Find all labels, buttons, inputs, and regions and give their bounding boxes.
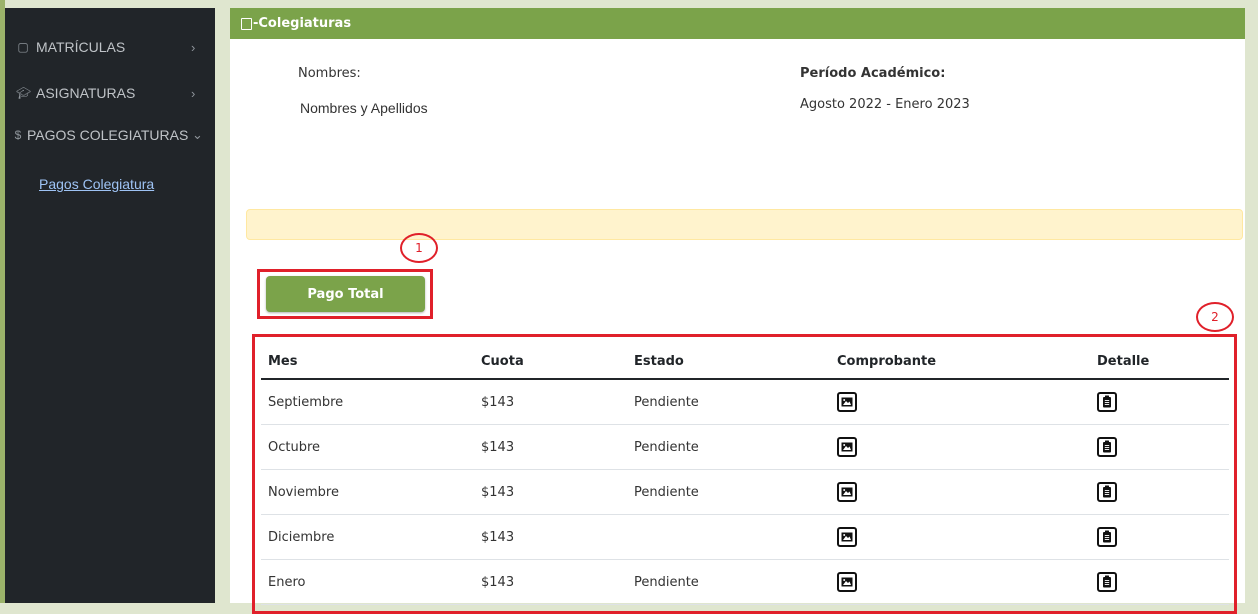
cell-comprobante — [830, 514, 1090, 560]
clipboard-icon[interactable] — [1097, 526, 1117, 547]
cell-detalle — [1090, 424, 1229, 470]
cell-cuota: $143 — [474, 514, 627, 560]
payments-table: Mes Cuota Estado Comprobante Detalle Sep… — [261, 345, 1229, 605]
image-icon[interactable] — [837, 572, 857, 592]
main-panel: -Colegiaturas Nombres: Nombres y Apellid… — [230, 8, 1245, 614]
sidebar-item-label: MATRÍCULAS — [36, 39, 126, 55]
cell-mes: Diciembre — [261, 514, 474, 560]
cell-mes: Septiembre — [261, 379, 474, 425]
cell-estado: Pendiente — [627, 379, 830, 425]
table-row: Septiembre $143 Pendiente — [261, 379, 1229, 425]
cell-cuota: $143 — [474, 469, 627, 515]
note-icon — [241, 17, 252, 30]
cell-detalle — [1090, 379, 1229, 425]
table-header-row: Mes Cuota Estado Comprobante Detalle — [261, 345, 1229, 380]
cell-comprobante — [830, 379, 1090, 425]
cell-mes: Noviembre — [261, 469, 474, 515]
cell-estado: Pendiente — [627, 559, 830, 605]
pago-total-button[interactable]: Pago Total — [266, 276, 425, 312]
cell-estado — [627, 514, 830, 560]
clipboard-icon[interactable] — [1097, 481, 1117, 502]
sidebar-item-matriculas[interactable]: ▢ MATRÍCULAS › — [16, 32, 195, 62]
table-row: Noviembre $143 Pendiente — [261, 469, 1229, 515]
cell-mes: Enero — [261, 559, 474, 605]
image-icon[interactable] — [837, 392, 857, 412]
dollar-icon: $ — [14, 128, 22, 142]
col-header-comprobante: Comprobante — [830, 345, 1090, 380]
clipboard-icon[interactable] — [1097, 571, 1117, 592]
cell-cuota: $143 — [474, 379, 627, 425]
cell-comprobante — [830, 424, 1090, 470]
cell-comprobante — [830, 559, 1090, 605]
table-row: Diciembre $143 — [261, 514, 1229, 560]
clipboard-icon[interactable] — [1097, 391, 1117, 412]
table-row: Enero $143 Pendiente — [261, 559, 1229, 605]
periodo-value: Agosto 2022 - Enero 2023 — [800, 97, 970, 112]
panel-header: -Colegiaturas — [230, 8, 1245, 39]
sidebar: ▢ MATRÍCULAS › 🎓︎ ASIGNATURAS › $ PAGOS … — [5, 8, 215, 603]
cell-cuota: $143 — [474, 424, 627, 470]
image-icon[interactable] — [837, 482, 857, 502]
annotation-callout-1: 1 — [400, 233, 438, 263]
sidebar-item-label: PAGOS COLEGIATURAS — [27, 127, 189, 143]
periodo-label: Período Académico: — [800, 66, 946, 81]
chevron-right-icon: › — [191, 39, 196, 55]
col-header-mes: Mes — [261, 345, 474, 380]
cell-mes: Octubre — [261, 424, 474, 470]
cell-detalle — [1090, 469, 1229, 515]
sidebar-subitem-pagos-colegiatura[interactable]: Pagos Colegiatura — [39, 176, 154, 192]
cell-comprobante — [830, 469, 1090, 515]
chevron-down-icon: ⌄ — [192, 127, 203, 142]
sidebar-item-label: ASIGNATURAS — [36, 85, 136, 101]
cell-detalle — [1090, 514, 1229, 560]
col-header-estado: Estado — [627, 345, 830, 380]
alert-box — [246, 209, 1243, 240]
book-icon: ▢ — [17, 40, 29, 54]
nombres-label: Nombres: — [298, 66, 361, 81]
cell-estado: Pendiente — [627, 469, 830, 515]
sidebar-item-pagos-colegiaturas[interactable]: $ PAGOS COLEGIATURAS ⌄ — [13, 120, 203, 150]
col-header-detalle: Detalle — [1090, 345, 1229, 380]
cell-estado: Pendiente — [627, 424, 830, 470]
image-icon[interactable] — [837, 527, 857, 547]
cell-detalle — [1090, 559, 1229, 605]
chevron-right-icon: › — [191, 85, 196, 101]
nombres-value: Nombres y Apellidos — [300, 100, 428, 116]
annotation-callout-2: 2 — [1196, 302, 1234, 332]
cell-cuota: $143 — [474, 559, 627, 605]
graduation-cap-icon: 🎓︎ — [16, 86, 32, 100]
image-icon[interactable] — [837, 437, 857, 457]
sidebar-item-asignaturas[interactable]: 🎓︎ ASIGNATURAS › — [16, 78, 195, 108]
panel-title: -Colegiaturas — [253, 16, 352, 31]
table-row: Octubre $143 Pendiente — [261, 424, 1229, 470]
clipboard-icon[interactable] — [1097, 436, 1117, 457]
col-header-cuota: Cuota — [474, 345, 627, 380]
